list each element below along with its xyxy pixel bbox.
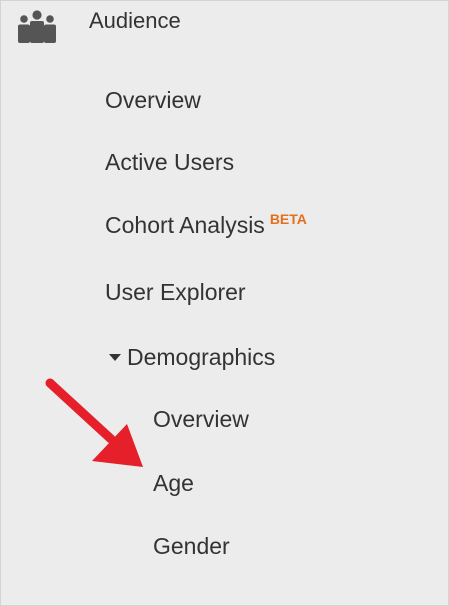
nav-item-cohort-analysis[interactable]: Cohort Analysis BETA [105,211,307,239]
audience-nav-panel: Audience Overview Active Users Cohort An… [0,0,449,606]
nav-item-label: Cohort Analysis [105,212,265,238]
section-title: Audience [89,8,181,33]
nav-item-label: Active Users [105,149,235,175]
nav-subitem-gender[interactable]: Gender [153,533,230,560]
nav-item-active-users[interactable]: Active Users [105,149,234,176]
nav-item-user-explorer[interactable]: User Explorer [105,279,246,306]
nav-subitem-age[interactable]: Age [153,470,194,497]
beta-badge: BETA [269,211,307,227]
audience-people-icon [18,10,56,43]
audience-section-header[interactable]: Audience [1,1,448,45]
caret-down-icon [109,354,121,361]
nav-item-label: Demographics [127,344,276,370]
nav-item-label: User Explorer [105,279,246,305]
nav-item-label: Gender [153,533,230,559]
nav-item-overview[interactable]: Overview [105,87,201,114]
nav-item-label: Overview [105,87,201,113]
nav-subitem-overview[interactable]: Overview [153,406,249,433]
nav-item-label: Overview [153,406,249,432]
nav-item-label: Age [153,470,194,496]
nav-item-demographics[interactable]: Demographics [109,344,275,371]
